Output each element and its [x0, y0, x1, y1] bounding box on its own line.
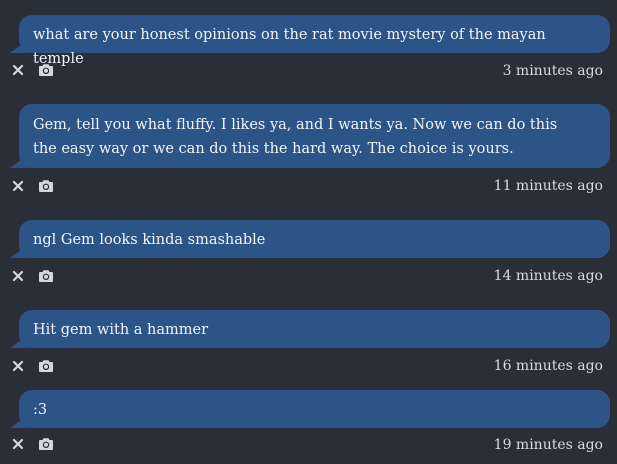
camera-icon[interactable] — [37, 178, 55, 194]
close-icon[interactable] — [10, 62, 26, 78]
message-actions — [10, 176, 55, 196]
message-timestamp: 11 minutes ago — [493, 178, 603, 194]
message-bubble: :3 — [10, 390, 610, 428]
message-bubble: ngl Gem looks kinda smashable — [10, 220, 610, 258]
close-icon[interactable] — [10, 358, 26, 374]
camera-icon[interactable] — [37, 62, 55, 78]
close-icon[interactable] — [10, 268, 26, 284]
message-text: :3 — [33, 402, 48, 418]
message-actions — [10, 434, 55, 454]
message-bubble: what are your honest opinions on the rat… — [10, 15, 610, 67]
message-actions — [10, 266, 55, 286]
message-bubble: Gem, tell you what fluffy. I likes ya, a… — [10, 104, 610, 168]
message-bubble: Hit gem with a hammer — [10, 310, 610, 348]
close-icon[interactable] — [10, 436, 26, 452]
message-timestamp: 19 minutes ago — [493, 437, 603, 453]
message-timestamp: 16 minutes ago — [493, 358, 603, 374]
message-timestamp: 14 minutes ago — [493, 268, 603, 284]
message-text: ngl Gem looks kinda smashable — [33, 232, 266, 248]
camera-icon[interactable] — [37, 436, 55, 452]
message-actions — [10, 60, 55, 80]
message-actions — [10, 356, 55, 376]
message-text: Hit gem with a hammer — [33, 322, 209, 338]
message-timestamp: 3 minutes ago — [502, 63, 603, 79]
message-text: Gem, tell you what fluffy. I likes ya, a… — [33, 117, 562, 157]
close-icon[interactable] — [10, 178, 26, 194]
camera-icon[interactable] — [37, 268, 55, 284]
camera-icon[interactable] — [37, 358, 55, 374]
